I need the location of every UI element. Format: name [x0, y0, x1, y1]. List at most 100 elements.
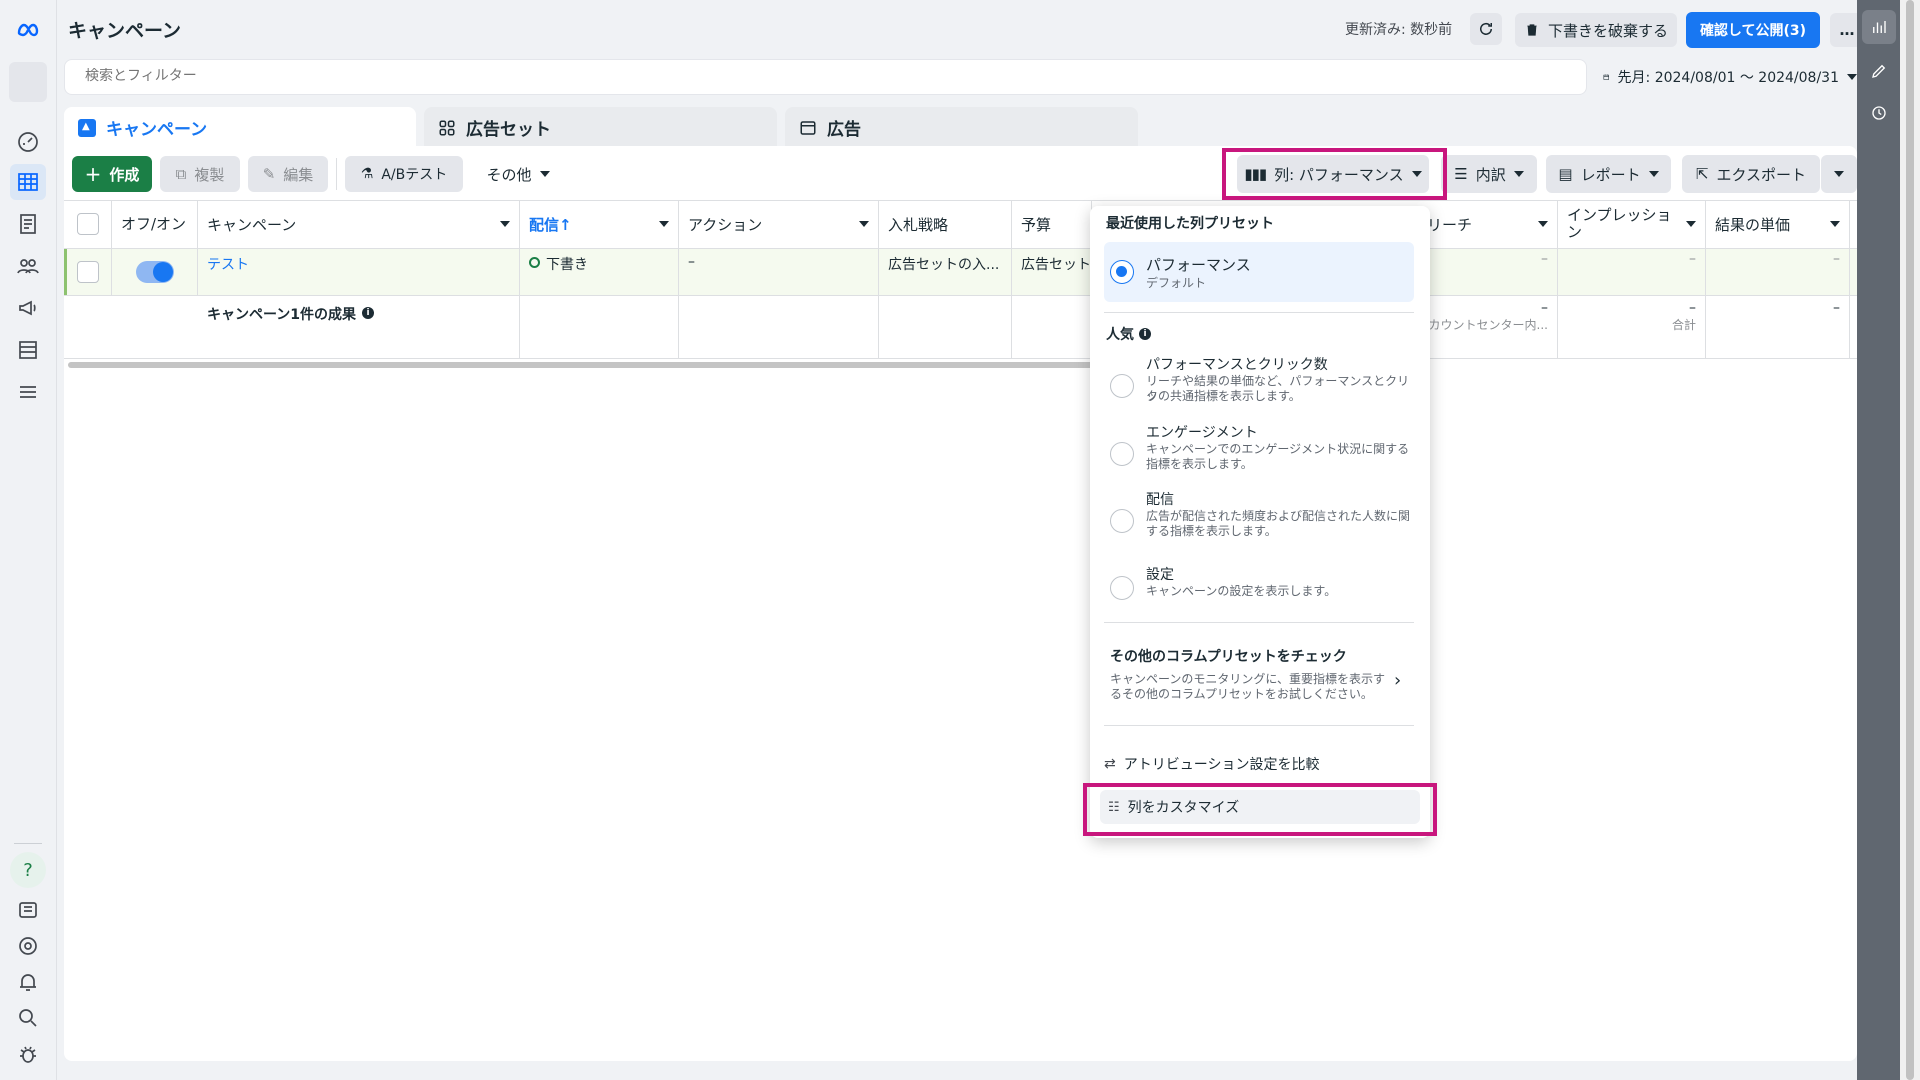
search-filter-input[interactable] [64, 59, 1587, 95]
more-presets-link[interactable]: その他のコラムプリセットをチェック キャンペーンのモニタリングに、重要指標を表示… [1104, 646, 1414, 708]
export-button[interactable]: ⇱ エクスポート [1682, 155, 1820, 193]
ab-test-button[interactable]: ⚗ A/Bテスト [345, 156, 463, 192]
refresh-icon [1480, 22, 1492, 35]
summary-impressions-sub: 合計 [1671, 318, 1696, 332]
popular-title-label: 人気 [1106, 327, 1134, 343]
news-icon[interactable] [10, 892, 46, 928]
edit-button[interactable]: ✎ 編集 [248, 156, 328, 192]
search-icon[interactable] [10, 1000, 46, 1036]
preset-desc-line2: クの共通指標を表示します。 [1146, 389, 1301, 403]
column-header-delivery-label: 配信↑ [529, 215, 572, 234]
tab-campaigns[interactable]: ▲ キャンペーン [64, 107, 416, 148]
delivery-cell: 下書き [520, 249, 679, 295]
date-range-picker[interactable]: 先月: 2024/08/01 ～ 2024/08/31 [1595, 59, 1857, 95]
chart-icon[interactable] [1862, 10, 1896, 44]
select-all-checkbox[interactable] [76, 213, 99, 235]
row-toggle-cell[interactable] [112, 249, 198, 295]
radio-unselected[interactable] [1110, 374, 1134, 398]
discard-draft-button[interactable]: 下書きを破棄する [1515, 13, 1677, 47]
notifications-bell-icon[interactable] [10, 964, 46, 1000]
dashboard-icon[interactable] [10, 124, 46, 160]
column-header-reach-label: リーチ [1427, 215, 1473, 234]
campaign-folder-icon: ▲ [78, 118, 96, 137]
radio-unselected[interactable] [1110, 509, 1134, 533]
audiences-icon[interactable] [10, 248, 46, 284]
customize-columns-button[interactable]: ☷ 列をカスタマイズ [1100, 790, 1420, 824]
info-icon[interactable]: i [1139, 328, 1151, 340]
select-all-header[interactable] [64, 200, 112, 248]
more-menu-button[interactable]: その他 [478, 156, 558, 192]
breakdown-button[interactable]: ☰ 内訳 [1441, 155, 1537, 193]
column-header-cost-per-result[interactable]: 結果の単価 [1706, 200, 1850, 248]
columns-label: 列: パフォーマンス [1274, 165, 1404, 184]
campaign-on-off-toggle[interactable] [135, 261, 174, 283]
account-avatar[interactable] [9, 62, 47, 102]
columns-performance-button[interactable]: ▮▮▮ 列: パフォーマンス [1237, 155, 1429, 193]
menu-icon[interactable] [10, 374, 46, 410]
compare-attribution-button[interactable]: ⇄ アトリビューション設定を比較 [1104, 750, 1414, 778]
reach-cell: – [1418, 249, 1558, 295]
preset-title: 設定 [1146, 567, 1174, 583]
reports-button[interactable]: ▤ レポート [1546, 155, 1671, 193]
duplicate-button[interactable]: ⧉ 複製 [160, 156, 240, 192]
preset-option-performance[interactable]: パフォーマンス デフォルト [1104, 242, 1414, 302]
column-header-budget[interactable]: 予算 [1012, 200, 1092, 248]
customize-settings-icon: ☷ [1108, 799, 1120, 815]
create-button[interactable]: + 作成 [72, 156, 152, 192]
more-presets-desc1: キャンペーンのモニタリングに、重要指標を表示す [1110, 672, 1386, 686]
ad-icon [800, 120, 816, 135]
meta-logo-icon[interactable] [10, 12, 46, 48]
megaphone-icon[interactable] [10, 290, 46, 326]
info-icon[interactable]: i [362, 307, 375, 319]
draft-status-icon [529, 257, 540, 268]
preset-option-settings[interactable]: 設定 キャンペーンの設定を表示します。 [1104, 564, 1414, 610]
search-field[interactable] [85, 68, 685, 84]
create-label: 作成 [109, 165, 140, 184]
help-icon[interactable]: ? [10, 852, 46, 888]
tab-ad-sets[interactable]: 広告セット [424, 107, 777, 148]
campaign-name-link[interactable]: テスト [198, 249, 520, 295]
chevron-down-icon [1538, 221, 1548, 227]
impressions-cell: – [1558, 249, 1706, 295]
radio-unselected[interactable] [1110, 576, 1134, 600]
radio-selected[interactable] [1110, 260, 1134, 284]
export-dropdown-button[interactable] [1821, 155, 1857, 193]
review-publish-button[interactable]: 確認して公開(3) [1686, 12, 1820, 48]
edit-pencil-icon[interactable] [1862, 54, 1896, 88]
column-header-delivery[interactable]: 配信↑ [520, 200, 679, 248]
ab-test-label: A/Bテスト [381, 167, 448, 183]
column-header-reach[interactable]: リーチ [1418, 200, 1558, 248]
column-header-impressions[interactable]: インプレッション [1558, 200, 1706, 248]
catalog-icon[interactable] [10, 206, 46, 242]
customize-columns-label: 列をカスタマイズ [1127, 800, 1240, 816]
preset-option-engagement[interactable]: エンゲージメント キャンペーンでのエンゲージメント状況に関する 指標を表示します… [1104, 422, 1414, 482]
settings-gear-icon[interactable] [10, 928, 46, 964]
radio-unselected[interactable] [1110, 442, 1134, 466]
discard-draft-label: 下書きを破棄する [1547, 21, 1668, 40]
preset-option-performance-clicks[interactable]: パフォーマンスとクリック数 リーチや結果の単価など、パフォーマンスとクリッ クの… [1104, 354, 1414, 414]
column-header-actions[interactable]: アクション [679, 200, 879, 248]
breakdown-label: 内訳 [1475, 165, 1506, 184]
bug-report-icon[interactable] [10, 1036, 46, 1072]
refresh-button[interactable] [1470, 13, 1502, 45]
date-range-label: 先月: 2024/08/01 ～ 2024/08/31 [1617, 70, 1839, 86]
page-scrollbar-thumb[interactable] [1906, 0, 1914, 1080]
column-header-campaign[interactable]: キャンペーン [198, 200, 520, 248]
compare-attribution-label: アトリビューション設定を比較 [1123, 757, 1320, 773]
billing-icon[interactable] [10, 332, 46, 368]
right-sidebar [1857, 0, 1900, 1080]
divider [1104, 622, 1414, 623]
tab-ads[interactable]: 広告 [785, 107, 1138, 148]
preset-desc-line2: する指標を表示します。 [1146, 524, 1277, 538]
history-clock-icon[interactable] [1862, 96, 1896, 130]
horizontal-scrollbar[interactable] [68, 362, 1098, 368]
ads-manager-table-icon[interactable] [10, 164, 46, 200]
column-header-toggle[interactable]: オフ/オン [112, 200, 198, 248]
chevron-down-icon [1834, 171, 1844, 177]
row-checkbox-cell[interactable] [64, 249, 112, 295]
divider [1104, 312, 1414, 313]
preset-option-delivery[interactable]: 配信 広告が配信された頻度および配信された人数に関 する指標を表示します。 [1104, 489, 1414, 549]
summary-delivery-cell [520, 296, 679, 358]
row-checkbox[interactable] [76, 261, 99, 283]
column-header-bid-strategy[interactable]: 入札戦略 [879, 200, 1012, 248]
